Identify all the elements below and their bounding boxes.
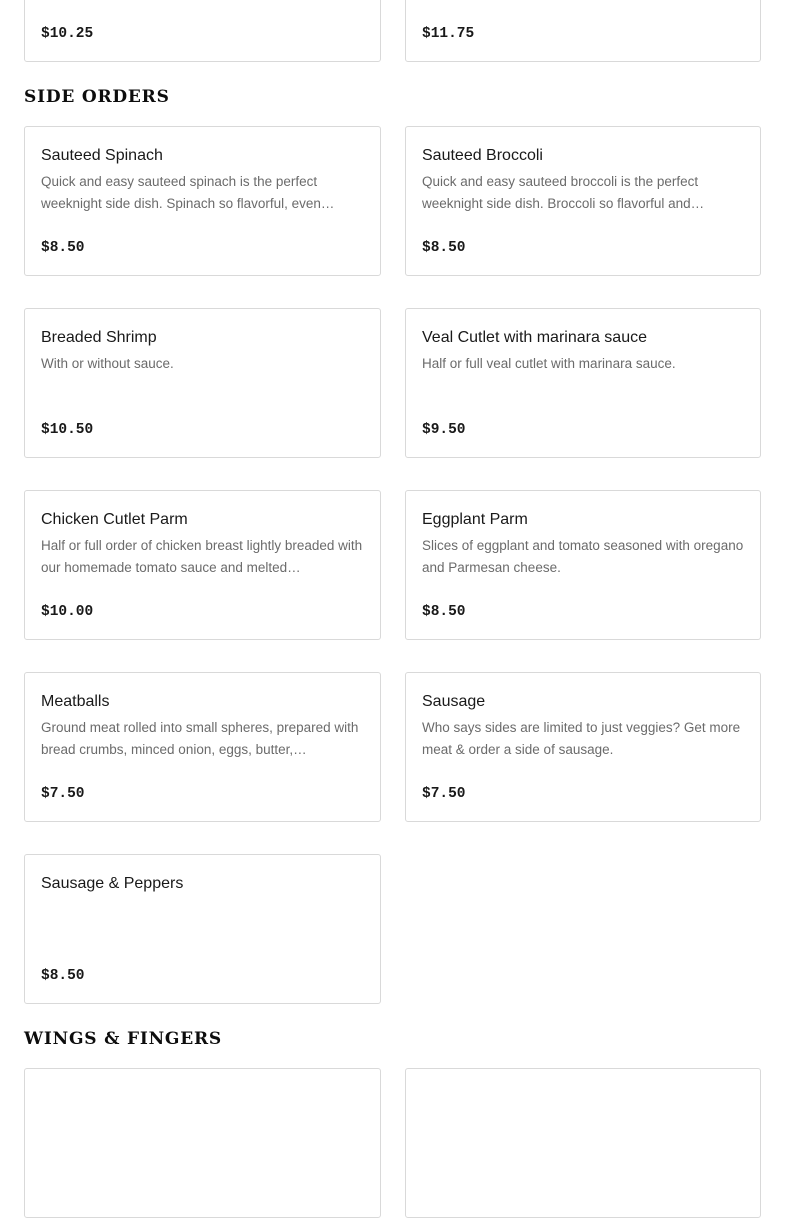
item-description: With or without sauce. (41, 356, 174, 371)
item-description: Who says sides are limited to just veggi… (422, 720, 741, 757)
item-name: Eggplant Parm (422, 511, 528, 528)
item-name: Breaded Shrimp (41, 329, 157, 346)
item-description: Quick and easy sauteed spinach is the pe… (41, 174, 335, 211)
item-name: Chicken Cutlet Parm (41, 511, 188, 528)
item-price: $9.50 (422, 422, 466, 438)
item-price: $11.75 (422, 26, 475, 42)
item-price: $10.00 (41, 604, 94, 620)
item-name: Sauteed Spinach (41, 147, 163, 164)
menu-item-card[interactable]: $10.25 (24, 0, 381, 62)
menu-item-sauteed-broccoli[interactable]: Sauteed Broccoli Quick and easy sauteed … (405, 126, 761, 276)
menu-item-breaded-shrimp[interactable]: Breaded Shrimp With or without sauce. $1… (24, 308, 381, 458)
menu-item-sauteed-spinach[interactable]: Sauteed Spinach Quick and easy sauteed s… (24, 126, 381, 276)
item-description: Ground meat rolled into small spheres, p… (41, 720, 359, 757)
item-price: $8.50 (41, 240, 85, 256)
item-price: $10.25 (41, 26, 94, 42)
item-description: Half or full veal cutlet with marinara s… (422, 356, 676, 371)
menu-item-eggplant-parm[interactable]: Eggplant Parm Slices of eggplant and tom… (405, 490, 761, 640)
item-name: Sauteed Broccoli (422, 147, 543, 164)
menu-item-chicken-cutlet-parm[interactable]: Chicken Cutlet Parm Half or full order o… (24, 490, 381, 640)
menu-item-card[interactable] (405, 1068, 761, 1218)
item-price: $8.50 (422, 604, 466, 620)
menu-item-sausage[interactable]: Sausage Who says sides are limited to ju… (405, 672, 761, 822)
item-price: $10.50 (41, 422, 94, 438)
item-description: Half or full order of chicken breast lig… (41, 538, 363, 575)
item-description: Quick and easy sauteed broccoli is the p… (422, 174, 705, 211)
item-name: Meatballs (41, 693, 110, 710)
item-description: Slices of eggplant and tomato seasoned w… (422, 538, 744, 575)
menu-item-sausage-peppers[interactable]: Sausage & Peppers $8.50 (24, 854, 381, 1004)
item-name: Veal Cutlet with marinara sauce (422, 329, 647, 346)
menu-item-card[interactable] (24, 1068, 381, 1218)
item-name: Sausage & Peppers (41, 875, 184, 892)
menu-item-veal-cutlet[interactable]: Veal Cutlet with marinara sauce Half or … (405, 308, 761, 458)
item-name: Sausage (422, 693, 486, 710)
item-price: $8.50 (41, 968, 85, 984)
item-price: $7.50 (422, 786, 466, 802)
section-title-side-orders: SIDE ORDERS (24, 87, 170, 107)
item-price: $8.50 (422, 240, 466, 256)
menu-item-card[interactable]: $11.75 (405, 0, 761, 62)
item-price: $7.50 (41, 786, 85, 802)
menu-item-meatballs[interactable]: Meatballs Ground meat rolled into small … (24, 672, 381, 822)
section-title-wings-fingers: WINGS & FINGERS (24, 1029, 223, 1049)
